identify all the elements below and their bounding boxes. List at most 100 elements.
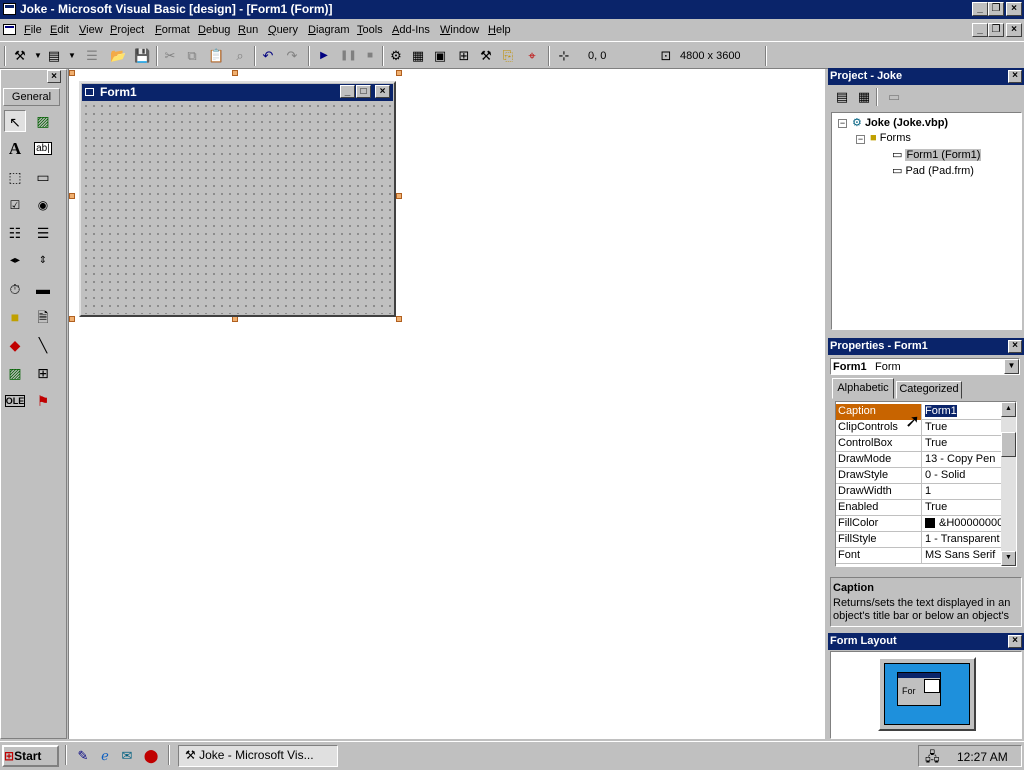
form1-design-window[interactable]: Form1 _ □ ×: [79, 81, 396, 317]
resize-handle-se[interactable]: [396, 316, 402, 322]
internet-explorer-icon[interactable]: ℯ: [97, 748, 113, 764]
view-code-icon[interactable]: ▤: [834, 89, 850, 105]
resize-handle-nw[interactable]: [69, 70, 75, 76]
object-browser-icon[interactable]: ⊞: [456, 48, 472, 64]
caption-value-field[interactable]: Form1: [925, 405, 957, 417]
find-icon[interactable]: ⌕: [232, 48, 248, 64]
property-row[interactable]: DrawStyle 0 - Solid: [836, 468, 1001, 484]
menu-window[interactable]: Window: [440, 24, 479, 36]
image-tool-icon[interactable]: ▨: [4, 362, 26, 384]
picturebox-tool-icon[interactable]: ▨: [32, 110, 54, 132]
tab-categorized[interactable]: Categorized: [896, 381, 962, 399]
menu-query[interactable]: Query: [268, 24, 298, 36]
break-icon[interactable]: ❚❚: [340, 48, 357, 64]
toolbox-tab-general[interactable]: General: [3, 88, 60, 106]
paste-icon[interactable]: 📋: [208, 48, 224, 64]
undo-icon[interactable]: ↶: [260, 48, 276, 64]
hscrollbar-tool-icon[interactable]: ◂▸: [4, 250, 26, 272]
add-form-icon[interactable]: ▤: [46, 48, 62, 64]
ole-tool-icon[interactable]: OLE: [4, 390, 26, 412]
data-tool-icon[interactable]: ⊞: [32, 362, 54, 384]
property-row[interactable]: FillColor &H00000000: [836, 516, 1001, 532]
property-row[interactable]: DrawWidth 1: [836, 484, 1001, 500]
tree-item-pad[interactable]: ▭ Pad (Pad.frm): [892, 164, 974, 177]
collapse-icon[interactable]: −: [856, 135, 865, 144]
flag-tool-icon[interactable]: ⚑: [32, 390, 54, 412]
form-maximize-button[interactable]: □: [356, 85, 371, 98]
properties-panel-close-button[interactable]: ×: [1008, 340, 1022, 353]
property-grid-scrollbar[interactable]: ▲ ▼: [1001, 402, 1016, 566]
start-button[interactable]: ⊞Start: [2, 745, 59, 767]
property-row[interactable]: FillStyle 1 - Transparent: [836, 532, 1001, 548]
vb-app-icon[interactable]: [3, 3, 16, 15]
listbox-tool-icon[interactable]: ☰: [32, 222, 54, 244]
menu-edit[interactable]: Edit: [50, 24, 69, 36]
dirlistbox-tool-icon[interactable]: ■: [4, 306, 26, 328]
resize-handle-n[interactable]: [232, 70, 238, 76]
redo-icon[interactable]: ↷: [284, 48, 300, 64]
menu-add-ins[interactable]: Add-Ins: [392, 24, 430, 36]
open-project-icon[interactable]: 📂: [110, 48, 126, 64]
mdi-minimize-button[interactable]: _: [972, 23, 988, 37]
chevron-down-icon[interactable]: ▼: [30, 48, 46, 64]
menu-diagram[interactable]: Diagram: [308, 24, 350, 36]
start-run-icon[interactable]: ▶: [316, 48, 332, 64]
component-manager-icon[interactable]: ⌖: [524, 48, 540, 64]
resize-handle-w[interactable]: [69, 193, 75, 199]
form-close-button[interactable]: ×: [375, 85, 390, 98]
tab-alphabetic[interactable]: Alphabetic: [832, 378, 894, 399]
close-button[interactable]: ×: [1006, 2, 1022, 16]
property-row[interactable]: DrawMode 13 - Copy Pen: [836, 452, 1001, 468]
property-row[interactable]: Font MS Sans Serif: [836, 548, 1001, 564]
data-view-icon[interactable]: ⎘: [500, 48, 516, 64]
property-row[interactable]: Enabled True: [836, 500, 1001, 516]
menu-view[interactable]: View: [79, 24, 103, 36]
shape-tool-icon[interactable]: ◆: [4, 334, 26, 356]
toggle-folders-icon[interactable]: ▭: [886, 89, 902, 105]
timer-tool-icon[interactable]: ⏱: [4, 278, 26, 300]
form-minimize-button[interactable]: _: [340, 85, 355, 98]
cut-icon[interactable]: ✂: [162, 48, 178, 64]
checkbox-tool-icon[interactable]: ☑: [4, 194, 26, 216]
end-icon[interactable]: ■: [362, 48, 378, 64]
opera-icon[interactable]: ⬤: [143, 748, 159, 764]
resize-handle-ne[interactable]: [396, 70, 402, 76]
toolbox-icon[interactable]: ⚒: [478, 48, 494, 64]
menu-file[interactable]: File: [24, 24, 42, 36]
tree-item-forms-folder[interactable]: ■ Forms: [870, 132, 911, 144]
mdi-close-button[interactable]: ×: [1006, 23, 1022, 37]
view-object-icon[interactable]: ▦: [856, 89, 872, 105]
chevron-down-icon[interactable]: ▼: [1004, 359, 1019, 374]
optionbutton-tool-icon[interactable]: ◉: [32, 194, 54, 216]
combobox-tool-icon[interactable]: ☷: [4, 222, 26, 244]
properties-window-icon[interactable]: ▦: [410, 48, 426, 64]
form-preview[interactable]: For: [897, 672, 941, 706]
collapse-icon[interactable]: −: [838, 119, 847, 128]
chevron-down-icon[interactable]: ▼: [64, 48, 80, 64]
form-layout-panel-close-button[interactable]: ×: [1008, 635, 1022, 648]
textbox-tool-icon[interactable]: ab|: [32, 138, 54, 160]
pointer-tool-icon[interactable]: ↖: [4, 110, 26, 132]
scroll-down-icon[interactable]: ▼: [1001, 551, 1016, 566]
restore-button[interactable]: ❐: [988, 2, 1004, 16]
form1-titlebar[interactable]: Form1 _ □ ×: [82, 84, 393, 101]
form1-grid-surface[interactable]: [82, 102, 393, 314]
property-row[interactable]: ControlBox True: [836, 436, 1001, 452]
menu-help[interactable]: Help: [488, 24, 511, 36]
tree-item-project[interactable]: ⚙ Joke (Joke.vbp): [852, 116, 948, 129]
project-explorer-icon[interactable]: ⚙: [388, 48, 404, 64]
menu-project[interactable]: Project: [110, 24, 144, 36]
vscrollbar-tool-icon[interactable]: ⇕: [32, 250, 54, 272]
menu-tools[interactable]: Tools: [357, 24, 383, 36]
menu-editor-icon[interactable]: ☰: [84, 48, 100, 64]
window-titlebar[interactable]: Joke - Microsoft Visual Basic [design] -…: [0, 0, 1024, 19]
resize-handle-e[interactable]: [396, 193, 402, 199]
line-tool-icon[interactable]: ╲: [32, 334, 54, 356]
object-selector-dropdown[interactable]: Form1 Form ▼: [830, 358, 1020, 375]
network-icon[interactable]: 🖧: [925, 748, 940, 770]
frame-tool-icon[interactable]: ⬚: [4, 166, 26, 188]
mdi-restore-button[interactable]: ❐: [988, 23, 1004, 37]
minimize-button[interactable]: _: [972, 2, 988, 16]
save-project-icon[interactable]: 💾: [134, 48, 150, 64]
scrollbar-thumb[interactable]: [1001, 432, 1016, 457]
